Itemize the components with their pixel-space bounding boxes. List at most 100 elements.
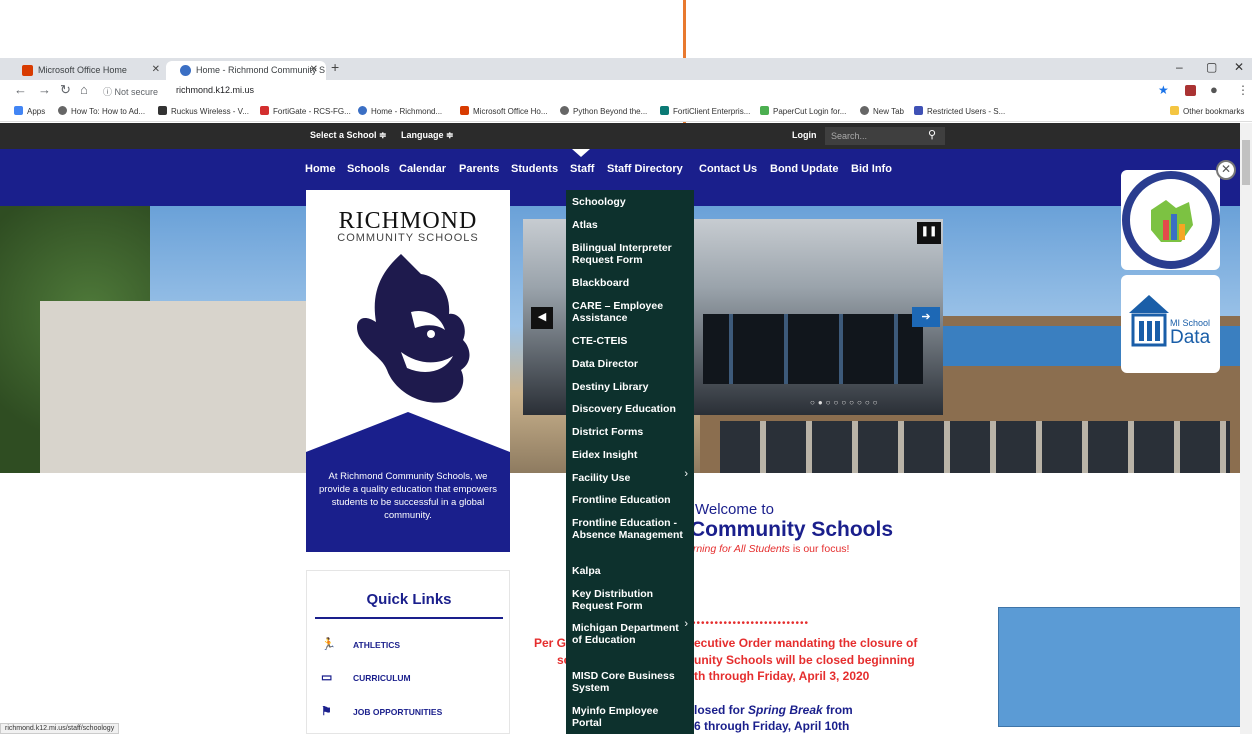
logo-subtitle: COMMUNITY SCHOOLS — [337, 232, 479, 244]
slide-indicator-dots[interactable]: ○●○○○○○○○ — [810, 398, 881, 407]
menu-item-eidex-insight[interactable]: Eidex Insight — [572, 449, 690, 461]
reload-icon[interactable]: ↻ — [60, 82, 71, 98]
minimize-icon[interactable]: – — [1176, 60, 1183, 74]
menu-kebab-icon[interactable]: ⋮ — [1237, 83, 1249, 97]
tab-richmond-home[interactable]: Home - Richmond Community S ✕ — [166, 61, 326, 80]
bookmark-item[interactable]: Microsoft Office Ho... — [460, 106, 548, 116]
bookmark-item[interactable]: Restricted Users - S... — [914, 106, 1005, 116]
menu-item-blackboard[interactable]: Blackboard — [572, 277, 690, 289]
menu-item-data-director[interactable]: Data Director — [572, 358, 690, 370]
quick-link-curriculum[interactable]: ▭ CURRICULUM — [321, 670, 411, 684]
bookmark-label: Ruckus Wireless - V... — [171, 107, 249, 116]
language-dropdown[interactable]: Language ≑ — [401, 130, 454, 141]
office-favicon-icon — [22, 65, 33, 76]
nav-parents[interactable]: Parents — [459, 163, 499, 175]
status-bar-url: richmond.k12.mi.us/staff/schoology — [0, 723, 120, 734]
active-nav-caret — [572, 149, 590, 157]
menu-item-district-forms[interactable]: District Forms — [572, 426, 690, 438]
extension-icon[interactable] — [1185, 85, 1196, 96]
bookmarks-bar: Apps How To: How to Ad... Ruckus Wireles… — [0, 103, 1252, 122]
bookmark-label: Microsoft Office Ho... — [473, 107, 548, 116]
bookmark-star-icon[interactable]: ★ — [1158, 83, 1169, 97]
pause-icon[interactable]: ❚❚ — [917, 222, 941, 244]
menu-item-myinfo-portal[interactable]: Myinfo Employee Portal — [572, 705, 690, 729]
menu-item-bilingual-interpreter[interactable]: Bilingual Interpreter Request Form — [572, 242, 690, 266]
menu-item-discovery-education[interactable]: Discovery Education — [572, 403, 690, 415]
lock-user-icon — [914, 106, 923, 115]
forticlient-icon — [660, 106, 669, 115]
login-link[interactable]: Login — [792, 130, 817, 140]
chevron-right-icon: › — [684, 468, 688, 480]
menu-item-cte-cteis[interactable]: CTE-CTEIS — [572, 335, 690, 347]
notice-line-1b: ecutive Order mandating the closure of — [694, 636, 918, 650]
nav-schools[interactable]: Schools — [347, 163, 390, 175]
search-input[interactable]: Search... — [825, 127, 945, 145]
menu-item-destiny-library[interactable]: Destiny Library — [572, 381, 690, 393]
close-widget-icon[interactable]: ✕ — [1216, 160, 1236, 180]
nav-staff[interactable]: Staff — [570, 163, 594, 175]
scrollbar-thumb[interactable] — [1242, 140, 1250, 185]
quick-link-job-opportunities[interactable]: ⚑ JOB OPPORTUNITIES — [321, 704, 442, 718]
menu-item-michigan-doe[interactable]: Michigan Department of Education — [572, 622, 690, 646]
welcome-tagline: arning for All Students is our focus! — [687, 543, 849, 555]
bookmark-label: Restricted Users - S... — [927, 107, 1006, 116]
menu-item-frontline-absence[interactable]: Frontline Education - Absence Management — [572, 517, 690, 541]
menu-item-schoology[interactable]: Schoology — [572, 196, 690, 208]
menu-item-atlas[interactable]: Atlas — [572, 219, 690, 231]
menu-item-key-distribution[interactable]: Key Distribution Request Form — [572, 588, 690, 612]
bookmark-item[interactable]: New Tab — [860, 106, 904, 116]
search-icon[interactable]: ⚲ — [928, 128, 936, 141]
bookmark-apps[interactable]: Apps — [14, 106, 45, 116]
browser-tab-bar: Microsoft Office Home ✕ Home - Richmond … — [0, 58, 1252, 80]
bookmark-label: Home - Richmond... — [371, 107, 443, 116]
next-slide-icon[interactable]: ➔ — [912, 307, 940, 327]
url-field[interactable]: richmond.k12.mi.us — [176, 85, 254, 95]
prev-slide-icon[interactable]: ◀ — [531, 307, 553, 329]
select-school-dropdown[interactable]: Select a School ≑ — [310, 130, 387, 141]
menu-item-misd-core[interactable]: MISD Core Business System — [572, 670, 690, 694]
menu-item-kalpa[interactable]: Kalpa — [572, 565, 690, 577]
bookmark-label: How To: How to Ad... — [71, 107, 146, 116]
papercut-icon — [760, 106, 769, 115]
nav-students[interactable]: Students — [511, 163, 558, 175]
bookmark-item[interactable]: Home - Richmond... — [358, 106, 442, 116]
bookmark-item[interactable]: PaperCut Login for... — [760, 106, 846, 116]
hero-building-left — [40, 301, 340, 473]
quick-links-title: Quick Links — [366, 591, 452, 608]
nav-staff-directory[interactable]: Staff Directory — [607, 163, 683, 175]
bookmark-item[interactable]: How To: How to Ad... — [58, 106, 145, 116]
nav-calendar[interactable]: Calendar — [399, 163, 446, 175]
nav-bid-info[interactable]: Bid Info — [851, 163, 892, 175]
globe-icon — [560, 106, 569, 115]
quick-link-label: ATHLETICS — [353, 640, 401, 650]
notice-4a: losed for — [694, 703, 749, 717]
close-tab-icon[interactable]: ✕ — [310, 64, 318, 75]
close-tab-icon[interactable]: ✕ — [152, 64, 160, 75]
transparency-reporting-badge[interactable] — [1121, 170, 1220, 270]
bookmark-item[interactable]: FortiGate - RCS-FG... — [260, 106, 351, 116]
bookmark-item[interactable]: Python Beyond the... — [560, 106, 647, 116]
tab-office-home[interactable]: Microsoft Office Home ✕ — [8, 61, 168, 80]
new-tab-plus-icon[interactable]: + — [331, 59, 339, 75]
welcome-heading: Community Schools — [690, 518, 894, 541]
bookmark-item[interactable]: FortiClient Enterpris... — [660, 106, 750, 116]
bookmark-item[interactable]: Ruckus Wireless - V... — [158, 106, 249, 116]
restore-icon[interactable]: ▢ — [1206, 60, 1217, 74]
notice-4c: from — [822, 703, 853, 717]
home-icon[interactable]: ⌂ — [80, 82, 88, 97]
security-indicator[interactable]: ⓘ Not secure — [103, 85, 158, 98]
forward-arrow-icon[interactable]: → — [38, 82, 51, 97]
quick-link-athletics[interactable]: 🏃 ATHLETICS — [321, 637, 400, 651]
other-bookmarks[interactable]: Other bookmarks — [1170, 106, 1244, 116]
menu-item-frontline-education[interactable]: Frontline Education — [572, 494, 690, 506]
profile-icon[interactable]: ● — [1210, 82, 1218, 97]
menu-item-facility-use[interactable]: Facility Use — [572, 472, 690, 484]
page-scrollbar[interactable] — [1240, 123, 1252, 734]
menu-item-care[interactable]: CARE – Employee Assistance — [572, 300, 690, 324]
nav-contact-us[interactable]: Contact Us — [699, 163, 757, 175]
bookmark-label: Python Beyond the... — [573, 107, 648, 116]
back-arrow-icon[interactable]: ← — [14, 82, 27, 97]
nav-bond-update[interactable]: Bond Update — [770, 163, 838, 175]
nav-home[interactable]: Home — [305, 163, 336, 175]
window-close-icon[interactable]: ✕ — [1234, 60, 1244, 74]
